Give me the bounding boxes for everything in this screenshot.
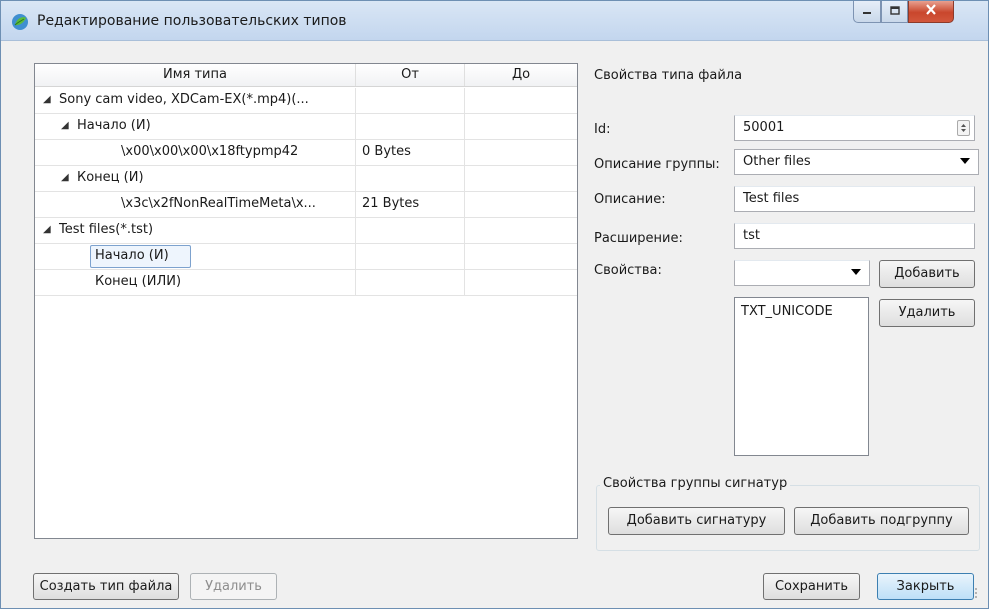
description-label: Описание:: [594, 192, 666, 207]
remove-attribute-button[interactable]: Удалить: [879, 299, 975, 327]
chevron-down-icon: [851, 269, 861, 275]
tree-row-name: Sony cam video, XDCam-EX(*.mp4)(...: [59, 92, 309, 107]
delete-file-type-button[interactable]: Удалить: [190, 573, 277, 600]
save-button[interactable]: Сохранить: [763, 573, 860, 600]
tree-row-selected[interactable]: Начало (И): [35, 244, 577, 270]
expand-arrow-icon[interactable]: ◢: [61, 172, 73, 184]
tree-row[interactable]: \x3c\x2fNonRealTimeMeta\x... 21 Bytes: [35, 192, 577, 218]
tree-row-name: Конец (ИЛИ): [95, 274, 182, 289]
group-description-value: Other files: [743, 154, 811, 169]
tree-row-from: 21 Bytes: [362, 196, 420, 211]
dialog-window: Редактирование пользовательских типов Им…: [0, 0, 989, 609]
type-tree[interactable]: Имя типа От До ◢ Sony cam video, XDCam-E…: [34, 63, 578, 539]
tree-row-name: Конец (И): [77, 170, 144, 185]
maximize-icon: [889, 4, 900, 19]
expand-arrow-icon[interactable]: ◢: [43, 94, 55, 106]
tree-row[interactable]: ◢ Sony cam video, XDCam-EX(*.mp4)(...: [35, 88, 577, 114]
group-description-label: Описание группы:: [594, 157, 720, 172]
tree-row[interactable]: ◢ Конец (И): [35, 166, 577, 192]
add-attribute-button[interactable]: Добавить: [879, 260, 975, 288]
add-signature-button[interactable]: Добавить сигнатуру: [608, 507, 785, 535]
extension-label: Расширение:: [594, 231, 683, 246]
id-label: Id:: [594, 122, 611, 137]
tree-row-name: \x00\x00\x00\x18ftypmp42: [121, 144, 299, 159]
column-header-to[interactable]: До: [465, 64, 577, 86]
chevron-down-icon: [960, 158, 970, 164]
tree-row-name: Начало (И): [95, 248, 169, 263]
signature-group-title: Свойства группы сигнатур: [600, 476, 791, 491]
tree-row-from: 0 Bytes: [362, 144, 411, 159]
expand-arrow-icon[interactable]: ◢: [43, 224, 55, 236]
create-file-type-button-footer[interactable]: Создать тип файла: [33, 573, 179, 600]
app-leaf-icon: [11, 13, 29, 31]
description-input[interactable]: Test files: [734, 186, 975, 212]
tree-row[interactable]: ◢ Test files(*.tst): [35, 218, 577, 244]
tree-row[interactable]: ◢ Начало (И): [35, 114, 577, 140]
id-spinbox[interactable]: 50001: [734, 115, 975, 141]
group-description-select[interactable]: Other files: [734, 149, 979, 175]
attributes-list[interactable]: TXT_UNICODE: [734, 297, 869, 456]
extension-value: tst: [743, 228, 760, 243]
close-button[interactable]: Закрыть: [877, 573, 974, 600]
section-title-file-type-props: Свойства типа файла: [594, 68, 743, 83]
attributes-select[interactable]: [734, 260, 870, 286]
id-value: 50001: [743, 120, 785, 135]
list-item[interactable]: TXT_UNICODE: [741, 304, 833, 319]
column-header-from[interactable]: От: [356, 64, 465, 86]
tree-row-name: \x3c\x2fNonRealTimeMeta\x...: [121, 196, 316, 211]
tree-header: Имя типа От До: [35, 64, 577, 87]
spin-arrows-icon[interactable]: [957, 120, 970, 136]
minimize-button[interactable]: [853, 1, 881, 23]
extension-input[interactable]: tst: [734, 223, 975, 249]
tree-row[interactable]: Конец (ИЛИ): [35, 270, 577, 296]
close-window-button[interactable]: [908, 1, 954, 23]
dialog-client-area: Имя типа От До ◢ Sony cam video, XDCam-E…: [8, 41, 981, 602]
window-title: Редактирование пользовательских типов: [37, 13, 347, 29]
tree-row[interactable]: \x00\x00\x00\x18ftypmp42 0 Bytes: [35, 140, 577, 166]
description-value: Test files: [743, 191, 800, 206]
close-icon: [925, 4, 937, 19]
attributes-label: Свойства:: [594, 263, 662, 278]
title-bar[interactable]: Редактирование пользовательских типов: [1, 1, 988, 41]
add-subgroup-button[interactable]: Добавить подгруппу: [794, 507, 969, 535]
column-header-type-name[interactable]: Имя типа: [35, 64, 356, 86]
maximize-button[interactable]: [881, 1, 908, 23]
expand-arrow-icon[interactable]: ◢: [61, 120, 73, 132]
tree-row-name: Test files(*.tst): [59, 222, 154, 237]
minimize-icon: [862, 4, 872, 19]
tree-row-name: Начало (И): [77, 118, 151, 133]
